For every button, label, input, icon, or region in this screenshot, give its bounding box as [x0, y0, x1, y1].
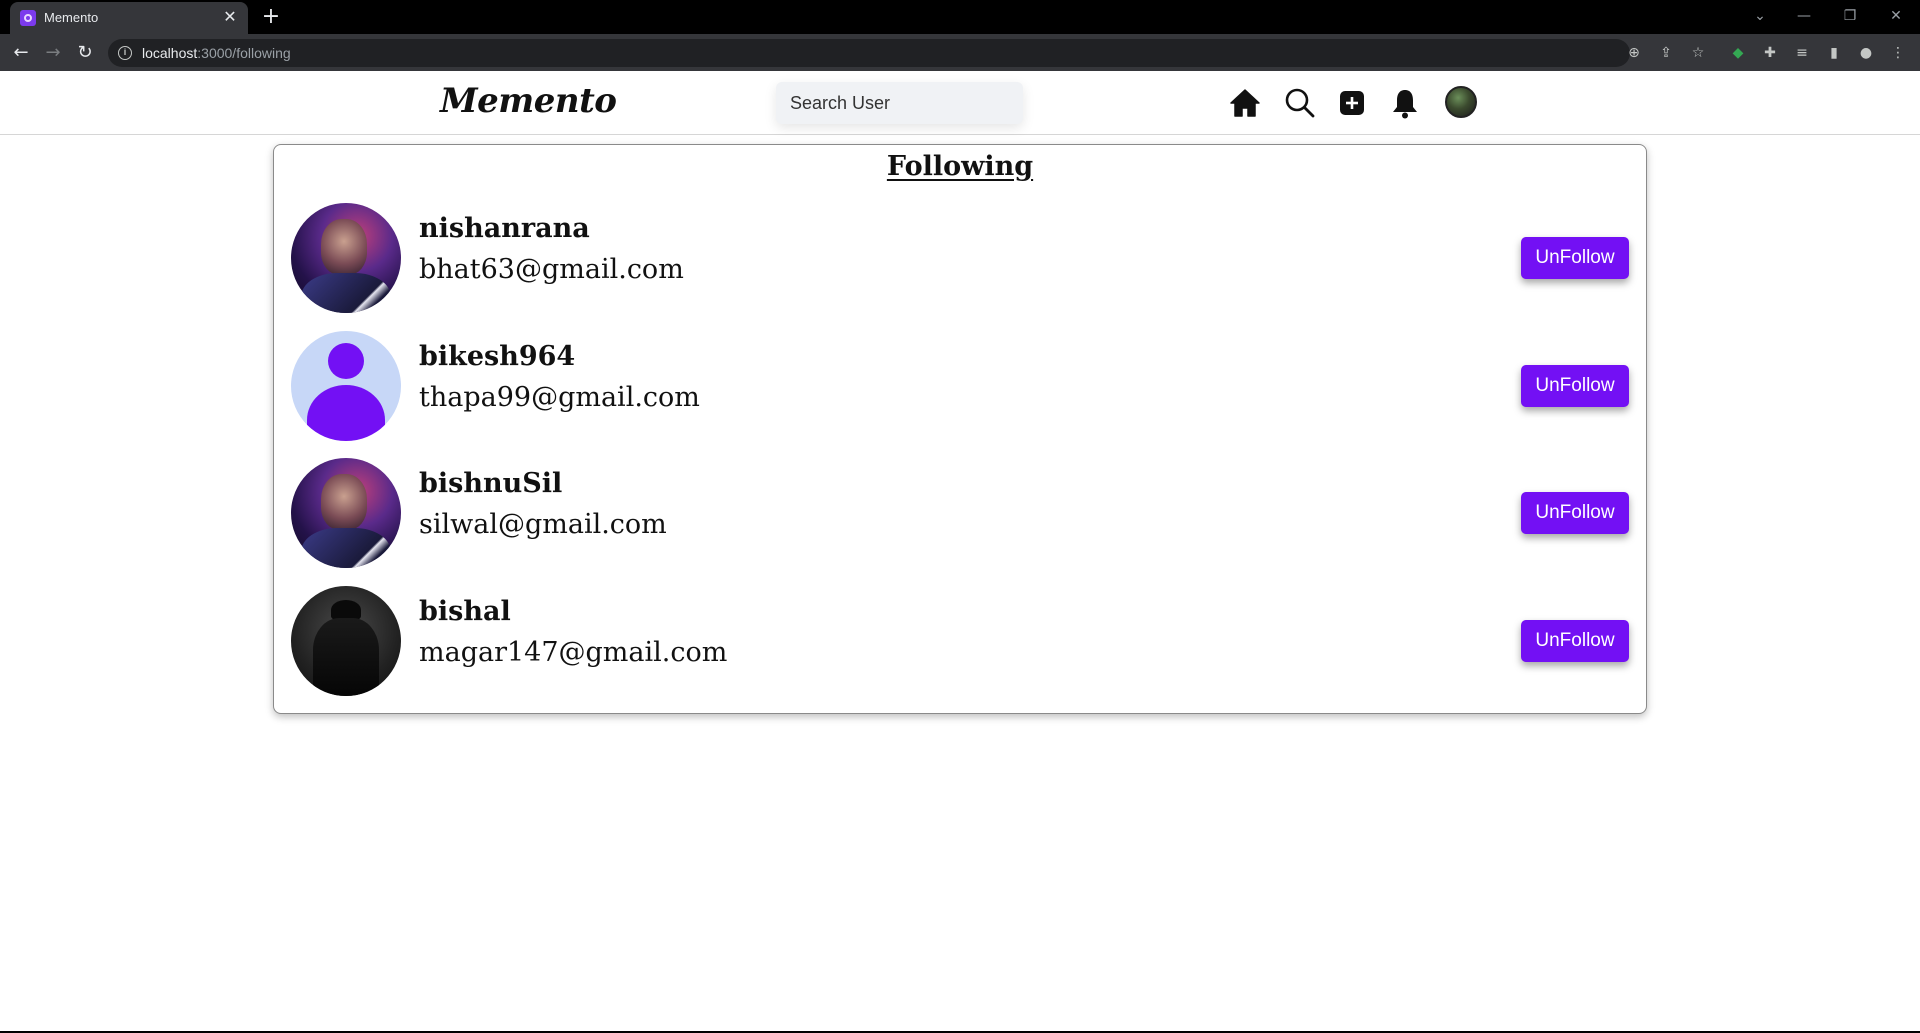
username[interactable]: nishanrana	[419, 213, 590, 244]
user-email: magar147@gmail.com	[419, 637, 728, 668]
user-email: silwal@gmail.com	[419, 509, 667, 540]
user-avatar[interactable]	[291, 586, 401, 696]
list-item: nishanrana bhat63@gmail.com UnFollow	[274, 203, 1646, 315]
bell-icon[interactable]	[1387, 85, 1423, 121]
extensions-puzzle-icon[interactable]: ✚	[1760, 43, 1780, 63]
tab-close-icon[interactable]: ✕	[220, 7, 240, 27]
user-email: bhat63@gmail.com	[419, 254, 684, 285]
unfollow-button[interactable]: UnFollow	[1521, 492, 1629, 534]
app-logo[interactable]: Memento	[440, 81, 617, 121]
browser-tabstrip: Memento ✕ + ⌄ — ❐ ✕	[0, 0, 1920, 34]
username[interactable]: bishal	[419, 596, 511, 627]
add-post-icon[interactable]	[1334, 85, 1370, 121]
username[interactable]: bikesh964	[419, 341, 575, 372]
page-title: Following	[886, 151, 1034, 182]
list-item: bishnuSil silwal@gmail.com UnFollow	[274, 458, 1646, 570]
bookmark-star-icon[interactable]: ☆	[1688, 43, 1708, 63]
search-user-input[interactable]	[776, 82, 1023, 124]
unfollow-button[interactable]: UnFollow	[1521, 237, 1629, 279]
share-icon[interactable]: ⇪	[1656, 43, 1676, 63]
user-avatar[interactable]	[291, 331, 401, 441]
zoom-icon[interactable]: ⊕	[1624, 43, 1644, 63]
site-info-icon[interactable]: i	[118, 46, 132, 60]
close-window-button[interactable]: ✕	[1876, 4, 1916, 28]
unfollow-button[interactable]: UnFollow	[1521, 365, 1629, 407]
tab-title: Memento	[44, 10, 99, 25]
minimize-button[interactable]: —	[1784, 4, 1824, 28]
url-text: localhost:3000/following	[142, 45, 291, 61]
username[interactable]: bishnuSil	[419, 468, 562, 499]
home-icon[interactable]	[1227, 85, 1263, 121]
menu-kebab-icon[interactable]: ⋮	[1888, 43, 1908, 63]
app-favicon-icon	[20, 10, 36, 26]
user-avatar[interactable]	[291, 203, 401, 313]
address-bar[interactable]: i localhost:3000/following	[108, 39, 1630, 67]
unfollow-button[interactable]: UnFollow	[1521, 620, 1629, 662]
reading-list-icon[interactable]: ≡	[1792, 43, 1812, 63]
profile-avatar[interactable]	[1445, 86, 1477, 118]
tab-search-dropdown-icon[interactable]: ⌄	[1740, 4, 1780, 28]
new-tab-button[interactable]: +	[258, 4, 284, 30]
browser-tab[interactable]: Memento ✕	[10, 2, 248, 34]
list-item: bikesh964 thapa99@gmail.com UnFollow	[274, 331, 1646, 443]
list-item: bishal magar147@gmail.com UnFollow	[274, 586, 1646, 698]
following-card: Following nishanrana bhat63@gmail.com Un…	[273, 144, 1647, 714]
reload-icon[interactable]: ↻	[72, 40, 98, 66]
restore-button[interactable]: ❐	[1830, 4, 1870, 28]
app-header: Memento	[0, 71, 1920, 135]
side-panel-icon[interactable]: ▮	[1824, 43, 1844, 63]
forward-arrow-icon[interactable]: →	[40, 40, 66, 66]
search-icon[interactable]	[1282, 85, 1318, 121]
user-avatar[interactable]	[291, 458, 401, 568]
back-arrow-icon[interactable]: ←	[8, 40, 34, 66]
profile-icon[interactable]: ●	[1856, 43, 1876, 63]
browser-toolbar: ← → ↻ i localhost:3000/following ⊕ ⇪ ☆ ◆…	[0, 34, 1920, 71]
user-email: thapa99@gmail.com	[419, 382, 700, 413]
extension-icon[interactable]: ◆	[1728, 43, 1748, 63]
